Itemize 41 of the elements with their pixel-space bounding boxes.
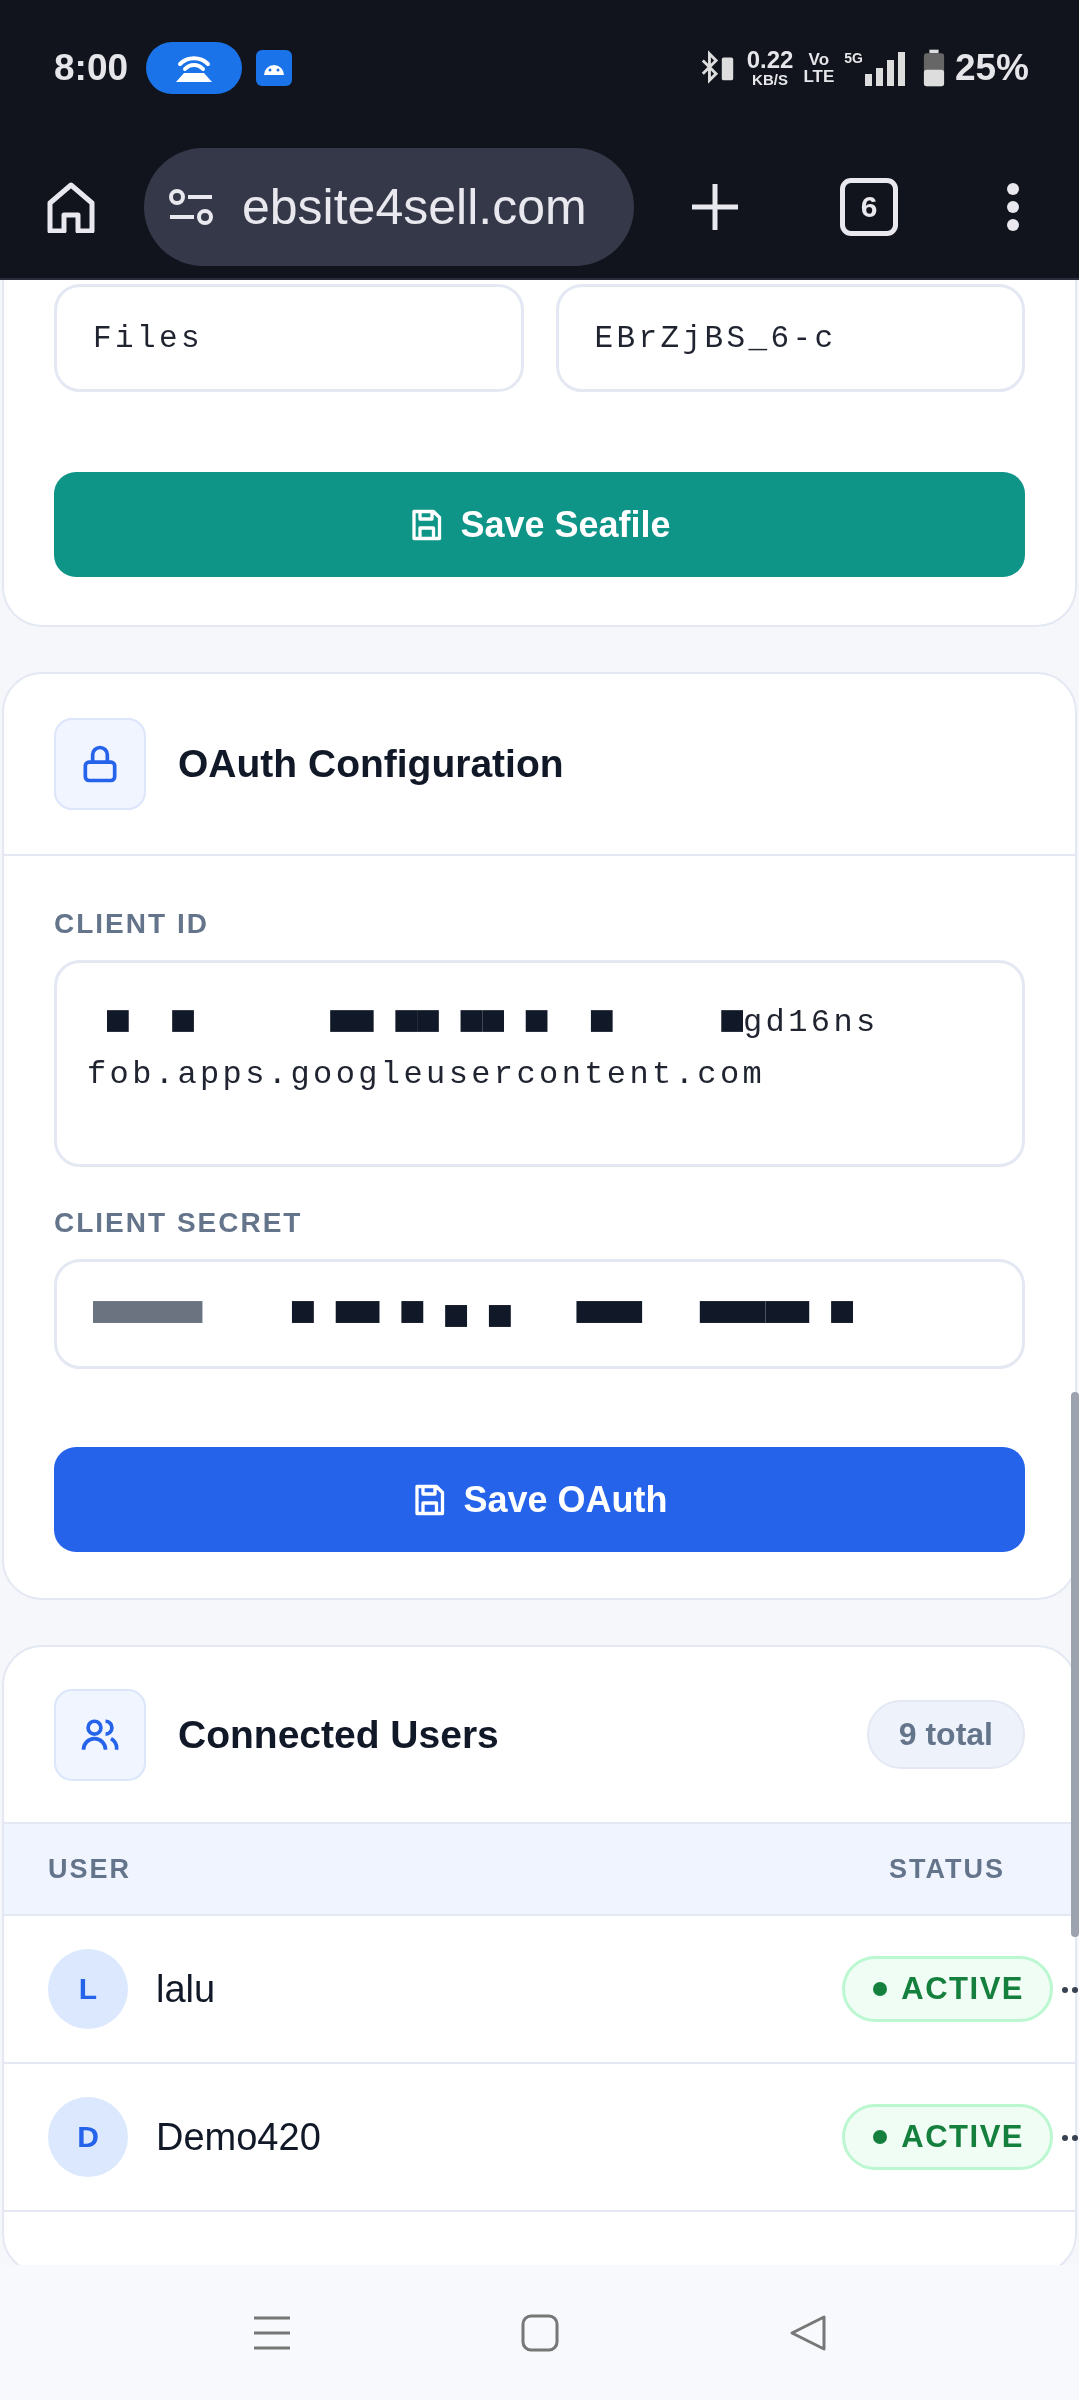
card-title: OAuth Configuration [178, 742, 564, 786]
avatar: D [48, 2097, 128, 2177]
column-header: USER [48, 1853, 131, 1885]
signal-icon [862, 49, 907, 86]
text-field[interactable]: EBrZjBS_6-c [555, 284, 1025, 392]
text-field[interactable]: Files [54, 284, 524, 392]
total-count: 9 total [866, 1700, 1025, 1769]
card-title: Connected Users [178, 1712, 499, 1757]
column-header: STATUS [889, 1853, 1005, 1885]
more-icon[interactable] [1006, 181, 1020, 232]
field-label: CLIENT ID [54, 908, 210, 940]
site-settings-icon[interactable] [168, 188, 214, 225]
tab-count-button[interactable]: 6 [840, 177, 898, 236]
battery-level: 25% [954, 46, 1029, 89]
client-secret-field[interactable] [54, 1259, 1025, 1369]
hotspot-icon [146, 41, 243, 94]
user-name: lalu [156, 1967, 216, 2011]
android-icon [256, 49, 293, 86]
save-seafile-button[interactable]: Save Seafile [54, 472, 1025, 577]
lock-icon [54, 718, 146, 810]
battery-icon [922, 48, 945, 87]
users-icon [54, 1688, 146, 1781]
user-name: Demo420 [156, 2115, 321, 2159]
more-icon[interactable] [1061, 1986, 1079, 1994]
clock: 8:00 [54, 46, 129, 89]
new-tab-icon[interactable] [690, 181, 740, 232]
more-icon[interactable] [1061, 2134, 1079, 2142]
network-type: 5G [844, 49, 863, 66]
volte-label: LTE [803, 67, 835, 85]
home-icon[interactable] [46, 180, 96, 233]
avatar: L [48, 1949, 128, 2029]
status-badge: ACTIVE [842, 2104, 1053, 2170]
address-bar[interactable]: ebsite4sell.com [144, 147, 634, 266]
speed-unit: KB/S [752, 72, 788, 87]
client-id-field[interactable]: gd16ns fob.apps.googleusercontent.com [54, 960, 1025, 1167]
home-square-icon[interactable] [519, 2312, 560, 2353]
status-badge: ACTIVE [842, 1956, 1053, 2022]
volte-label: Vo [808, 50, 830, 68]
network-speed: 0.22 [746, 48, 794, 72]
field-label: CLIENT SECRET [54, 1207, 304, 1239]
save-oauth-button[interactable]: Save OAuth [54, 1447, 1025, 1552]
